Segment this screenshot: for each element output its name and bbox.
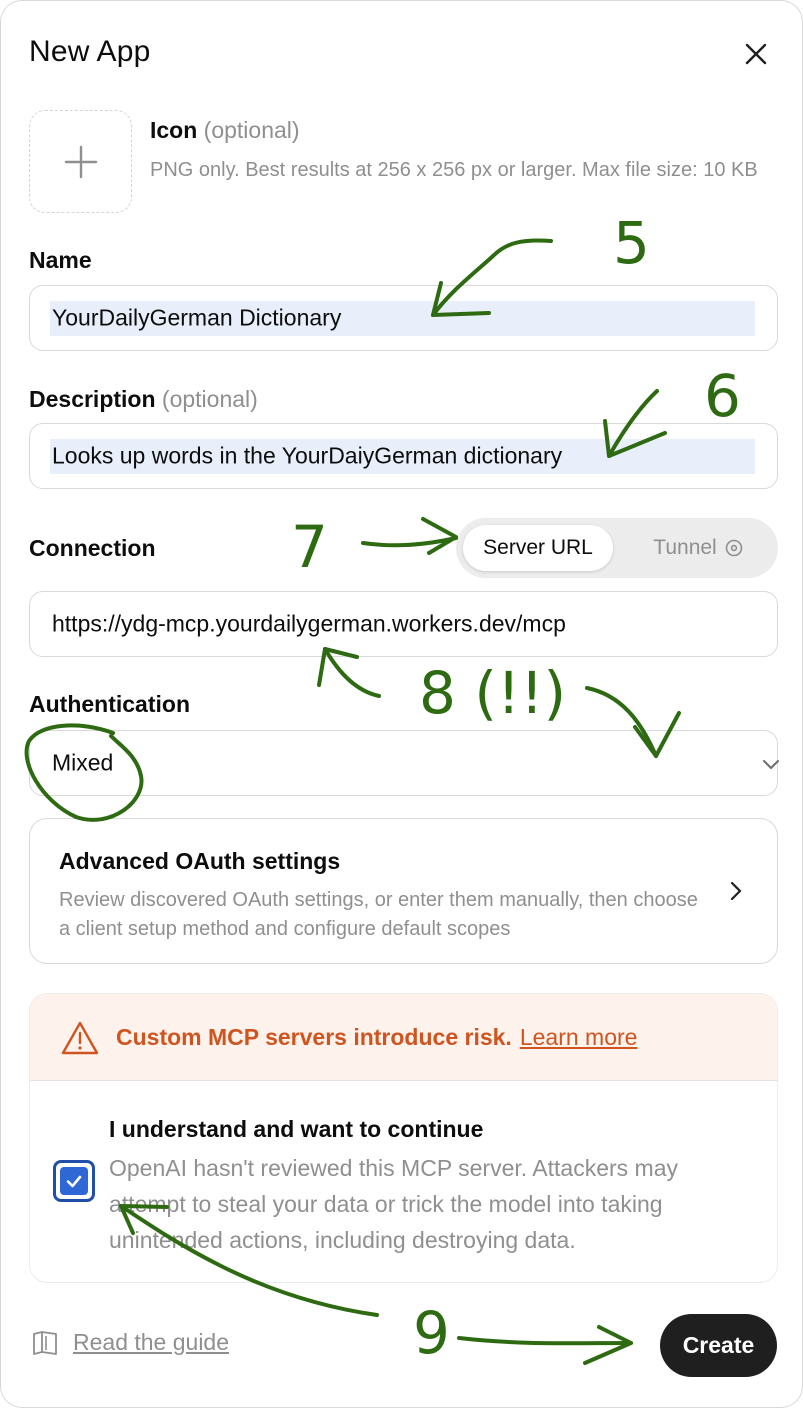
oauth-card-description: Review discovered OAuth settings, or ent… — [59, 889, 698, 940]
read-guide-link[interactable]: Read the guide — [31, 1328, 229, 1356]
icon-label: Icon (optional) — [150, 117, 300, 144]
name-label: Name — [29, 247, 92, 273]
acknowledge-description: OpenAI hasn't reviewed this MCP server. … — [109, 1155, 678, 1253]
plus-icon — [64, 145, 97, 178]
authentication-value: Mixed — [52, 749, 114, 776]
close-icon[interactable] — [744, 42, 768, 66]
authentication-label: Authentication — [29, 691, 190, 717]
description-input-value: Looks up words in the YourDaiyGerman dic… — [52, 442, 563, 469]
help-circle-icon — [725, 539, 743, 557]
name-input[interactable]: YourDailyGerman Dictionary — [29, 285, 778, 351]
annotation-label-5: 5 — [613, 209, 650, 277]
authentication-select[interactable]: Mixed — [29, 730, 779, 796]
server-url-value: https://ydg-mcp.yourdailygerman.workers.… — [52, 610, 566, 637]
chevron-right-icon — [730, 881, 742, 901]
risk-header: Custom MCP servers introduce risk. Learn … — [30, 994, 777, 1081]
connection-label: Connection — [29, 535, 156, 561]
icon-label-text: Icon — [150, 117, 198, 143]
description-label: Description (optional) — [29, 386, 258, 413]
oauth-card-title: Advanced OAuth settings — [59, 848, 341, 874]
icon-upload-button[interactable] — [29, 110, 132, 213]
annotation-label-8: 8 (!!) — [419, 659, 566, 727]
tunnel-label: Tunnel — [653, 536, 717, 559]
acknowledge-checkbox[interactable] — [53, 1160, 95, 1202]
warning-icon — [61, 1021, 99, 1055]
description-optional: (optional) — [161, 386, 258, 412]
tunnel-option[interactable]: Tunnel — [628, 525, 768, 571]
server-url-option[interactable]: Server URL — [463, 525, 613, 571]
checkbox-fill — [60, 1167, 88, 1195]
chevron-down-icon — [763, 760, 779, 769]
annotation-arrow-9b — [457, 1336, 633, 1346]
dialog-title: New App — [29, 35, 151, 68]
new-app-dialog: New App Icon (optional) PNG only. Best r… — [0, 0, 803, 1408]
description-label-text: Description — [29, 386, 156, 412]
close-button[interactable] — [735, 33, 777, 75]
connection-toggle: Server URL Tunnel — [456, 518, 778, 578]
name-input-value: YourDailyGerman Dictionary — [52, 304, 342, 331]
annotation-label-9: 9 — [413, 1299, 450, 1367]
risk-warning-box: Custom MCP servers introduce risk. Learn … — [29, 993, 778, 1283]
annotation-label-7: 7 — [291, 513, 328, 581]
risk-message: Custom MCP servers introduce risk. — [116, 1024, 512, 1050]
icon-help-text: PNG only. Best results at 256 x 256 px o… — [150, 159, 758, 181]
advanced-oauth-card[interactable]: Advanced OAuth settings Review discovere… — [29, 818, 778, 964]
icon-optional: (optional) — [203, 117, 300, 143]
description-input[interactable]: Looks up words in the YourDaiyGerman dic… — [29, 423, 778, 489]
create-button[interactable]: Create — [660, 1314, 777, 1377]
read-guide-label: Read the guide — [73, 1328, 230, 1355]
risk-text: Custom MCP servers introduce risk. Learn … — [116, 1024, 637, 1051]
book-icon — [33, 1331, 57, 1355]
server-url-input[interactable]: https://ydg-mcp.yourdailygerman.workers.… — [29, 591, 778, 657]
annotation-arrow-7 — [361, 536, 458, 548]
check-icon — [66, 1175, 82, 1188]
learn-more-link[interactable]: Learn more — [520, 1024, 638, 1050]
acknowledge-title: I understand and want to continue — [109, 1116, 484, 1142]
annotation-label-6: 6 — [704, 362, 741, 430]
